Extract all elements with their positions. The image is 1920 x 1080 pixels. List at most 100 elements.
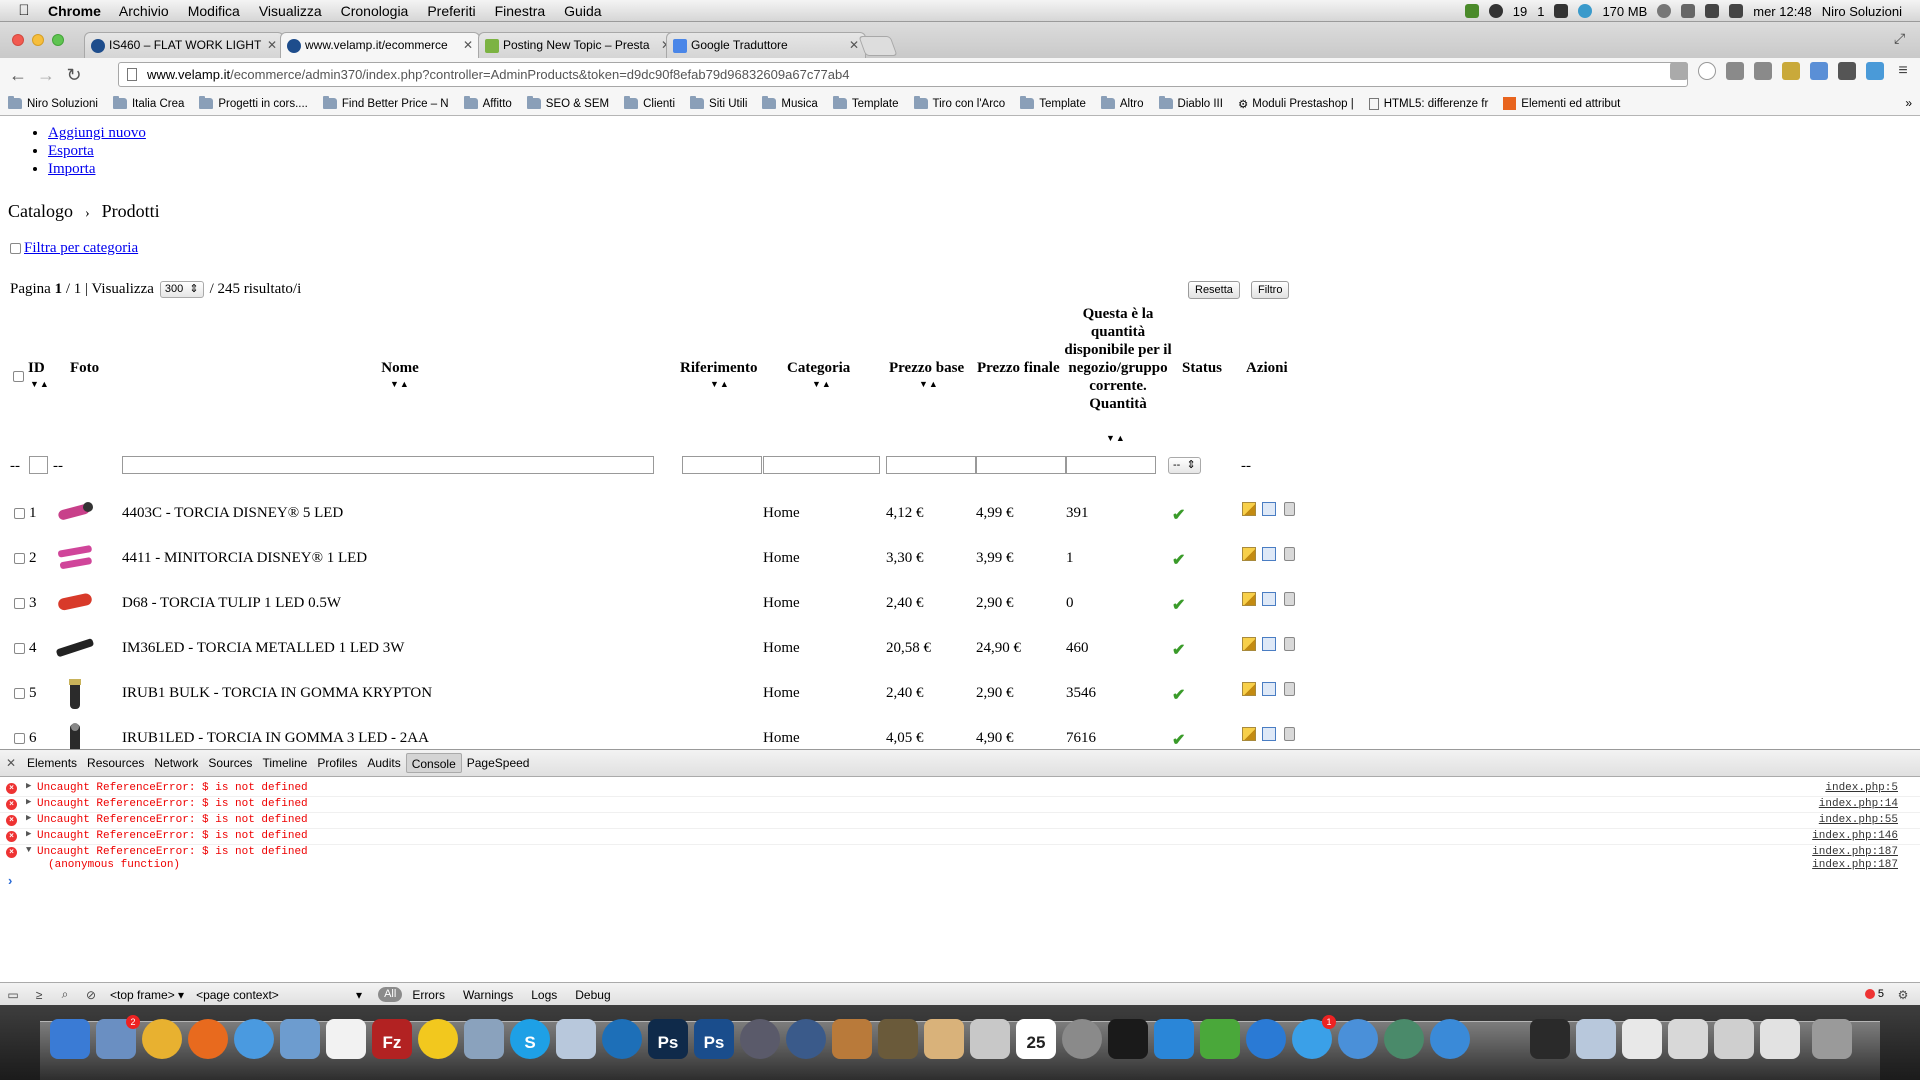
error-source-link[interactable]: index.php:5	[1825, 782, 1898, 794]
extension-icon[interactable]	[1838, 62, 1856, 80]
tab-audits[interactable]: Audits	[362, 753, 405, 773]
fullscreen-icon[interactable]: ⤢	[1894, 30, 1910, 46]
product-name[interactable]: IRUB1LED - TORCIA IN GOMMA 3 LED - 2AA	[122, 730, 429, 747]
mail-icon[interactable]: 2	[96, 1015, 140, 1059]
photoshop-alt-icon[interactable]: Ps	[694, 1019, 734, 1059]
product-thumbnail[interactable]	[54, 722, 96, 749]
tab-console[interactable]: Console	[405, 753, 462, 773]
status-enabled-icon[interactable]: ✔	[1172, 550, 1185, 570]
show-drawer-icon[interactable]: ≥	[26, 988, 52, 1002]
clear-console-icon[interactable]: ⊘	[78, 988, 104, 1002]
imovie-icon[interactable]	[878, 1019, 918, 1059]
dropbox-icon[interactable]	[1154, 1019, 1194, 1059]
status-enabled-icon[interactable]: ✔	[1172, 505, 1185, 525]
filezilla-icon[interactable]: Fz	[372, 1019, 412, 1059]
download-icon[interactable]	[1464, 4, 1479, 18]
table-row[interactable]: 2 4411 - MINITORCIA DISNEY® 1 LED Home 3…	[0, 536, 1320, 580]
sort-arrows-icon[interactable]: ▼▲	[1106, 433, 1126, 443]
row-checkbox[interactable]	[14, 688, 25, 699]
camera-app-icon[interactable]	[786, 1019, 826, 1059]
minimized-window-icon[interactable]	[1714, 1019, 1754, 1059]
bookmark-item[interactable]: HTML5: differenze fr	[1368, 97, 1488, 110]
chrome-icon[interactable]	[142, 1019, 182, 1059]
table-row[interactable]: 4 IM36LED - TORCIA METALLED 1 LED 3W Hom…	[0, 626, 1320, 670]
cyberduck-icon[interactable]	[418, 1019, 458, 1059]
sort-arrows-icon[interactable]: ▼▲	[30, 379, 50, 389]
menu-archivio[interactable]: Archivio	[119, 3, 169, 19]
new-tab-button[interactable]	[858, 36, 898, 56]
more-bookmarks-icon[interactable]: »	[1905, 96, 1912, 110]
safari-icon[interactable]	[234, 1019, 274, 1059]
col-base-price[interactable]: Prezzo base	[889, 359, 964, 377]
dock-icon[interactable]: ▭	[0, 988, 26, 1002]
menu-finestra[interactable]: Finestra	[495, 3, 546, 19]
filter-warnings[interactable]: Warnings	[463, 988, 513, 1002]
bookmark-item[interactable]: Niro Soluzioni	[8, 96, 98, 110]
status-filter-select[interactable]: -- ⇕	[1168, 457, 1201, 474]
iphoto-icon[interactable]	[832, 1019, 872, 1059]
product-thumbnail[interactable]	[54, 587, 96, 619]
product-thumbnail[interactable]	[54, 542, 96, 574]
time-machine-dock-icon[interactable]	[1384, 1019, 1424, 1059]
edit-icon[interactable]	[1242, 547, 1256, 561]
contacts-icon[interactable]	[924, 1019, 964, 1059]
app-menu[interactable]: Chrome	[48, 3, 101, 19]
filter-category-link[interactable]: Filtra per categoria	[24, 240, 138, 257]
expand-triangle-icon[interactable]: ▶	[26, 813, 31, 823]
table-row[interactable]: 1 4403C - TORCIA DISNEY® 5 LED Home 4,12…	[0, 491, 1320, 535]
keepassx-icon[interactable]	[1200, 1019, 1240, 1059]
status-enabled-icon[interactable]: ✔	[1172, 730, 1185, 749]
minimized-window-icon[interactable]	[1622, 1019, 1662, 1059]
extension-icon[interactable]	[1726, 62, 1744, 80]
col-id[interactable]: ID	[28, 359, 45, 377]
console-error[interactable]: × ▶ Uncaught ReferenceError: $ is not def…	[0, 829, 1920, 845]
zoom-window-button[interactable]	[52, 34, 64, 46]
tab-network[interactable]: Network	[149, 753, 203, 773]
bookmark-item[interactable]: ⚙ Moduli Prestashop |	[1238, 97, 1354, 111]
col-quantity[interactable]: Questa è la quantità disponibile per il …	[1064, 305, 1172, 413]
row-checkbox[interactable]	[14, 733, 25, 744]
menu-visualizza[interactable]: Visualizza	[259, 3, 322, 19]
context-select[interactable]: <page context> ▾	[196, 988, 362, 1002]
tab-resources[interactable]: Resources	[82, 753, 149, 773]
filter-debug[interactable]: Debug	[575, 988, 610, 1002]
console-prompt-icon[interactable]: ›	[8, 873, 12, 888]
delete-icon[interactable]	[1284, 727, 1295, 741]
volume-icon[interactable]	[1729, 4, 1744, 18]
tab-google-translate[interactable]: Google Traduttore ✕	[666, 32, 866, 58]
tab-elements[interactable]: Elements	[22, 753, 82, 773]
status-enabled-icon[interactable]: ✔	[1172, 640, 1185, 660]
text-document-icon[interactable]	[326, 1019, 366, 1059]
star-icon[interactable]	[1698, 62, 1716, 80]
search-icon[interactable]: ⌕	[52, 987, 78, 1002]
skype-icon[interactable]: S	[510, 1019, 550, 1059]
menu-icon[interactable]: ≡	[1894, 62, 1912, 80]
extension-icon[interactable]	[1754, 62, 1772, 80]
tab-close-icon[interactable]: ✕	[267, 33, 277, 58]
minimized-window-icon[interactable]	[1668, 1019, 1708, 1059]
final-price-filter-input[interactable]	[976, 456, 1066, 474]
photoshop-icon[interactable]: Ps	[648, 1019, 688, 1059]
console-error[interactable]: × ▶ Uncaught ReferenceError: $ is not def…	[0, 781, 1920, 797]
bookmark-item[interactable]: Altro	[1100, 96, 1144, 110]
row-checkbox[interactable]	[14, 643, 25, 654]
menu-modifica[interactable]: Modifica	[188, 3, 240, 19]
table-row[interactable]: 3 D68 - TORCIA TULIP 1 LED 0.5W Home 2,4…	[0, 581, 1320, 625]
minimize-window-button[interactable]	[32, 34, 44, 46]
bookmark-item[interactable]: Tiro con l'Arco	[913, 96, 1005, 110]
duplicate-icon[interactable]	[1262, 637, 1276, 651]
menu-guida[interactable]: Guida	[564, 3, 601, 19]
bookmark-item[interactable]: Find Better Price – N	[322, 96, 449, 110]
row-checkbox[interactable]	[14, 598, 25, 609]
error-source-link[interactable]: index.php:187	[1812, 846, 1898, 858]
category-filter-input[interactable]	[763, 456, 880, 474]
reference-filter-input[interactable]	[682, 456, 762, 474]
duplicate-icon[interactable]	[1262, 592, 1276, 606]
product-name[interactable]: IRUB1 BULK - TORCIA IN GOMMA KRYPTON	[122, 685, 432, 702]
settings-gear-icon[interactable]: ⚙	[1890, 988, 1916, 1002]
expand-triangle-icon[interactable]: ▶	[26, 781, 31, 791]
itunes-icon[interactable]	[1246, 1019, 1286, 1059]
col-category[interactable]: Categoria	[787, 359, 850, 377]
table-row[interactable]: 6 IRUB1LED - TORCIA IN GOMMA 3 LED - 2AA…	[0, 716, 1320, 749]
filter-button[interactable]: Filtro	[1251, 281, 1290, 299]
